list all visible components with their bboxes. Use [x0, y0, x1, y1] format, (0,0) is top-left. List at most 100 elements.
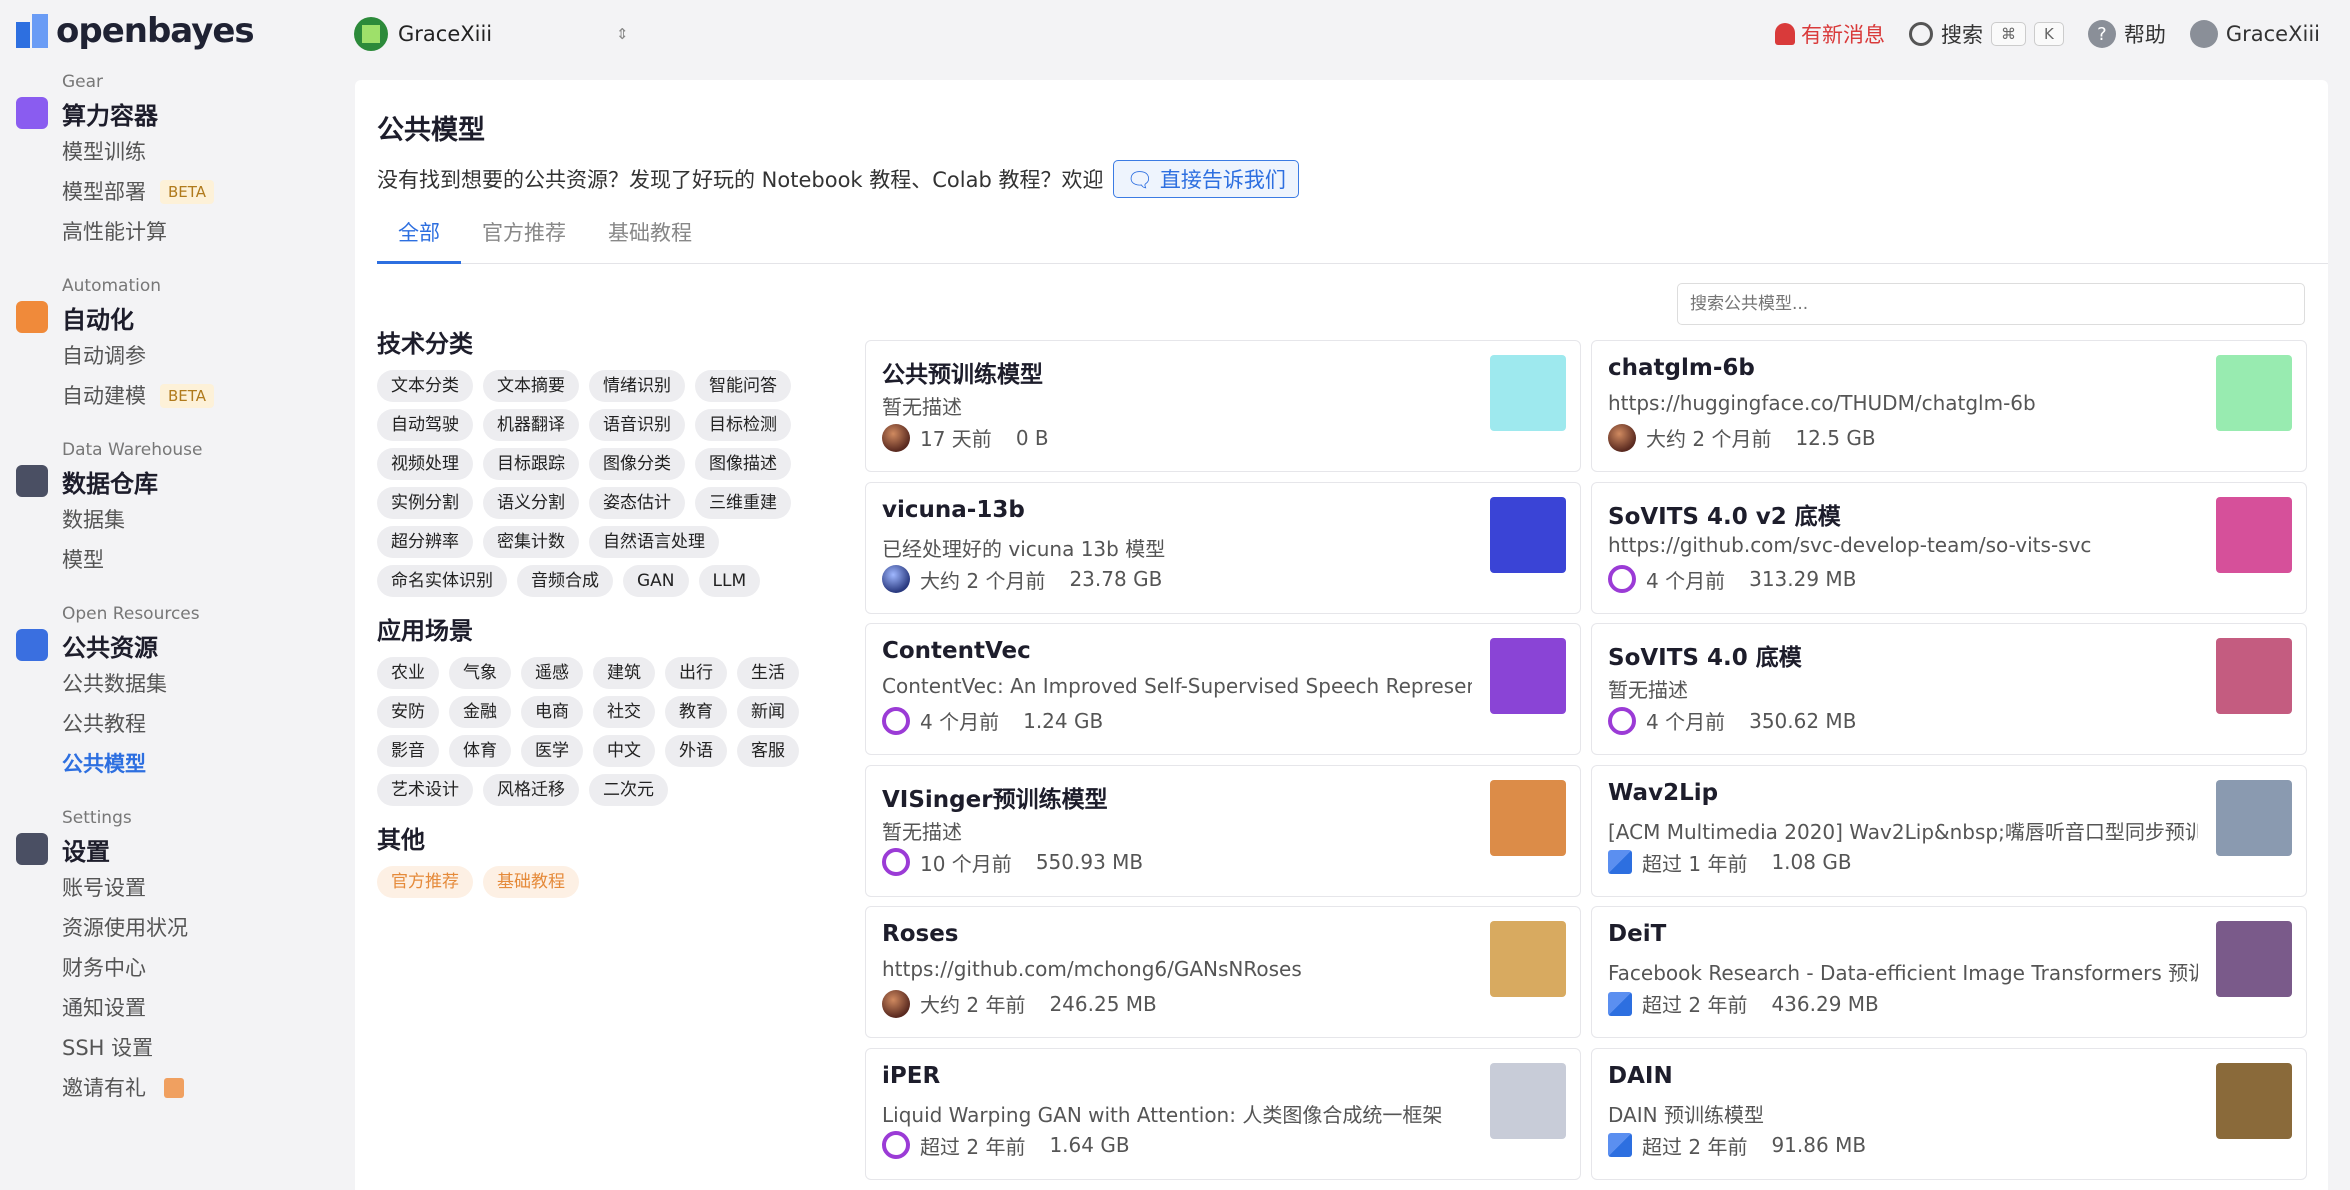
model-card[interactable]: Roses https://github.com/mchong6/GANsNRos… — [865, 906, 1581, 1038]
filter-chip[interactable]: 图像描述 — [695, 448, 791, 480]
sidebar-item[interactable]: 数据集 — [62, 500, 350, 540]
filter-chip[interactable]: 影音 — [377, 735, 439, 767]
sidebar-item[interactable]: 自动建模 BETA — [62, 376, 350, 416]
filter-chip[interactable]: 风格迁移 — [483, 774, 579, 806]
sidebar-item-label: 通知设置 — [62, 996, 146, 1020]
filter-chip[interactable]: 中文 — [593, 735, 655, 767]
filter-chip[interactable]: GAN — [623, 565, 689, 597]
filter-chip[interactable]: 官方推荐 — [377, 866, 473, 898]
workspace-switcher[interactable]: GraceXiii ⇕ — [354, 14, 634, 54]
tab-official[interactable]: 官方推荐 — [461, 210, 587, 264]
filter-chip[interactable]: 机器翻译 — [483, 409, 579, 441]
global-search-button[interactable]: 搜索 ⌘ K — [1909, 19, 2064, 49]
filter-chip[interactable]: 情绪识别 — [589, 370, 685, 402]
filter-chip[interactable]: 医学 — [521, 735, 583, 767]
model-card[interactable]: Wav2Lip [ACM Multimedia 2020] Wav2Lip&nbs… — [1591, 764, 2307, 897]
model-card[interactable]: DeiT Facebook Research - Data-efficient I… — [1591, 906, 2307, 1038]
filter-chip[interactable]: 客服 — [737, 735, 799, 767]
filter-chip[interactable]: 电商 — [521, 696, 583, 728]
model-size: 550.93 MB — [1035, 850, 1144, 874]
filter-chip[interactable]: 社交 — [593, 696, 655, 728]
filter-chip[interactable]: 新闻 — [737, 696, 799, 728]
filter-chip[interactable]: 艺术设计 — [377, 774, 473, 806]
filter-chip[interactable]: 文本摘要 — [483, 370, 579, 402]
model-card[interactable]: 公共预训练模型 暂无描述 17 天前 0 B — [865, 340, 1581, 472]
filter-chip[interactable]: 建筑 — [593, 657, 655, 689]
notifications-button[interactable]: 有新消息 — [1775, 19, 1885, 49]
sidebar-item[interactable]: SSH 设置 — [62, 1028, 350, 1068]
filter-chip[interactable]: 目标检测 — [695, 409, 791, 441]
filter-chip[interactable]: 超分辨率 — [377, 526, 473, 558]
filter-chip[interactable]: 基础教程 — [483, 866, 579, 898]
filter-chip[interactable]: 金融 — [449, 696, 511, 728]
sidebar-item[interactable]: 通知设置 — [62, 988, 350, 1028]
tab-all[interactable]: 全部 — [377, 210, 461, 264]
sidebar-item[interactable]: 公共数据集 — [62, 664, 350, 704]
model-meta: 超过 2 年前 1.64 GB — [882, 1131, 1130, 1160]
sidebar-item[interactable]: 模型 — [62, 540, 350, 580]
filter-chip[interactable]: 自然语言处理 — [589, 526, 719, 558]
filter-chip[interactable]: 语音识别 — [589, 409, 685, 441]
filter-chip[interactable]: 密集计数 — [483, 526, 579, 558]
model-card[interactable]: ContentVec ContentVec: An Improved Self-S… — [865, 623, 1581, 755]
model-meta: 大约 2 年前 246.25 MB — [882, 989, 1157, 1018]
model-card[interactable]: SoVITS 4.0 底模 暂无描述 4 个月前 350.62 MB — [1591, 623, 2307, 755]
sidebar-item[interactable]: 模型部署 BETA — [62, 172, 350, 212]
model-card[interactable]: vicuna-13b 已经处理好的 vicuna 13b 模型 大约 2 个月前 23… — [865, 481, 1581, 614]
beta-badge: BETA — [160, 180, 215, 204]
model-title: SoVITS 4.0 v2 底模 — [1608, 503, 1841, 530]
filter-chip[interactable]: 音频合成 — [517, 565, 613, 597]
model-meta: 10 个月前 550.93 MB — [882, 848, 1143, 877]
filter-chip[interactable]: 语义分割 — [483, 487, 579, 519]
model-card[interactable]: chatglm-6b https://huggingface.co/THUDM/c… — [1591, 340, 2307, 472]
filter-chip[interactable]: 命名实体识别 — [377, 565, 507, 597]
filter-chip[interactable]: 教育 — [665, 696, 727, 728]
sidebar-item[interactable]: 高性能计算 — [62, 212, 350, 252]
filter-chip[interactable]: 气象 — [449, 657, 511, 689]
user-menu-button[interactable]: GraceXiii — [2189, 20, 2320, 48]
filter-chip[interactable]: 姿态估计 — [589, 487, 685, 519]
section-header[interactable]: 数据仓库 — [16, 462, 350, 500]
filter-chip[interactable]: 自动驾驶 — [377, 409, 473, 441]
brand-logo[interactable]: openbayes — [16, 10, 255, 52]
model-card[interactable]: iPER Liquid Warping GAN with Attention: 人… — [865, 1047, 1581, 1180]
filter-chip[interactable]: 农业 — [377, 657, 439, 689]
filter-chip[interactable]: 生活 — [737, 657, 799, 689]
filter-chip[interactable]: 遥感 — [521, 657, 583, 689]
tab-tutorials[interactable]: 基础教程 — [587, 210, 713, 264]
filter-chip[interactable]: 目标跟踪 — [483, 448, 579, 480]
filter-chip[interactable]: 外语 — [665, 735, 727, 767]
model-search-input[interactable] — [1677, 283, 2305, 325]
sidebar-item[interactable]: 财务中心 — [62, 948, 350, 988]
filter-chip[interactable]: 二次元 — [589, 774, 668, 806]
section-header[interactable]: 自动化 — [16, 298, 350, 336]
sidebar-item[interactable]: 自动调参 — [62, 336, 350, 376]
filter-chip[interactable]: LLM — [698, 565, 761, 597]
section-header[interactable]: 公共资源 — [16, 626, 350, 664]
filter-chip[interactable]: 三维重建 — [695, 487, 791, 519]
feedback-button[interactable]: 🗨 直接告诉我们 — [1113, 160, 1299, 198]
section-header[interactable]: 算力容器 — [16, 94, 350, 132]
section-header[interactable]: 设置 — [16, 830, 350, 868]
sidebar-item[interactable]: 公共教程 — [62, 704, 350, 744]
model-card[interactable]: SoVITS 4.0 v2 底模 https://github.com/svc-d… — [1591, 481, 2307, 614]
model-meta: 17 天前 0 B — [882, 423, 1049, 452]
sidebar-item[interactable]: 账号设置 — [62, 868, 350, 908]
model-card[interactable]: DAIN DAIN 预训练模型 超过 2 年前 91.86 MB — [1591, 1047, 2307, 1180]
filter-chip[interactable]: 智能问答 — [695, 370, 791, 402]
sidebar-item[interactable]: 资源使用状况 — [62, 908, 350, 948]
sidebar-item[interactable]: 公共模型 — [62, 744, 350, 784]
sidebar-item[interactable]: 模型训练 — [62, 132, 350, 172]
sidebar-item[interactable]: 邀请有礼 — [62, 1068, 350, 1108]
filter-chip[interactable]: 安防 — [377, 696, 439, 728]
filter-chip[interactable]: 出行 — [665, 657, 727, 689]
filter-chip[interactable]: 实例分割 — [377, 487, 473, 519]
help-button[interactable]: ? 帮助 — [2087, 19, 2166, 49]
filter-chip[interactable]: 视频处理 — [377, 448, 473, 480]
filter-chip[interactable]: 体育 — [449, 735, 511, 767]
filter-chip[interactable]: 图像分类 — [589, 448, 685, 480]
top-actions: 有新消息 搜索 ⌘ K ? 帮助 GraceXiii — [1775, 14, 2320, 54]
model-card[interactable]: VISinger预训练模型 暂无描述 10 个月前 550.93 MB — [865, 764, 1581, 897]
filter-chip[interactable]: 文本分类 — [377, 370, 473, 402]
feedback-label: 直接告诉我们 — [1159, 168, 1286, 192]
